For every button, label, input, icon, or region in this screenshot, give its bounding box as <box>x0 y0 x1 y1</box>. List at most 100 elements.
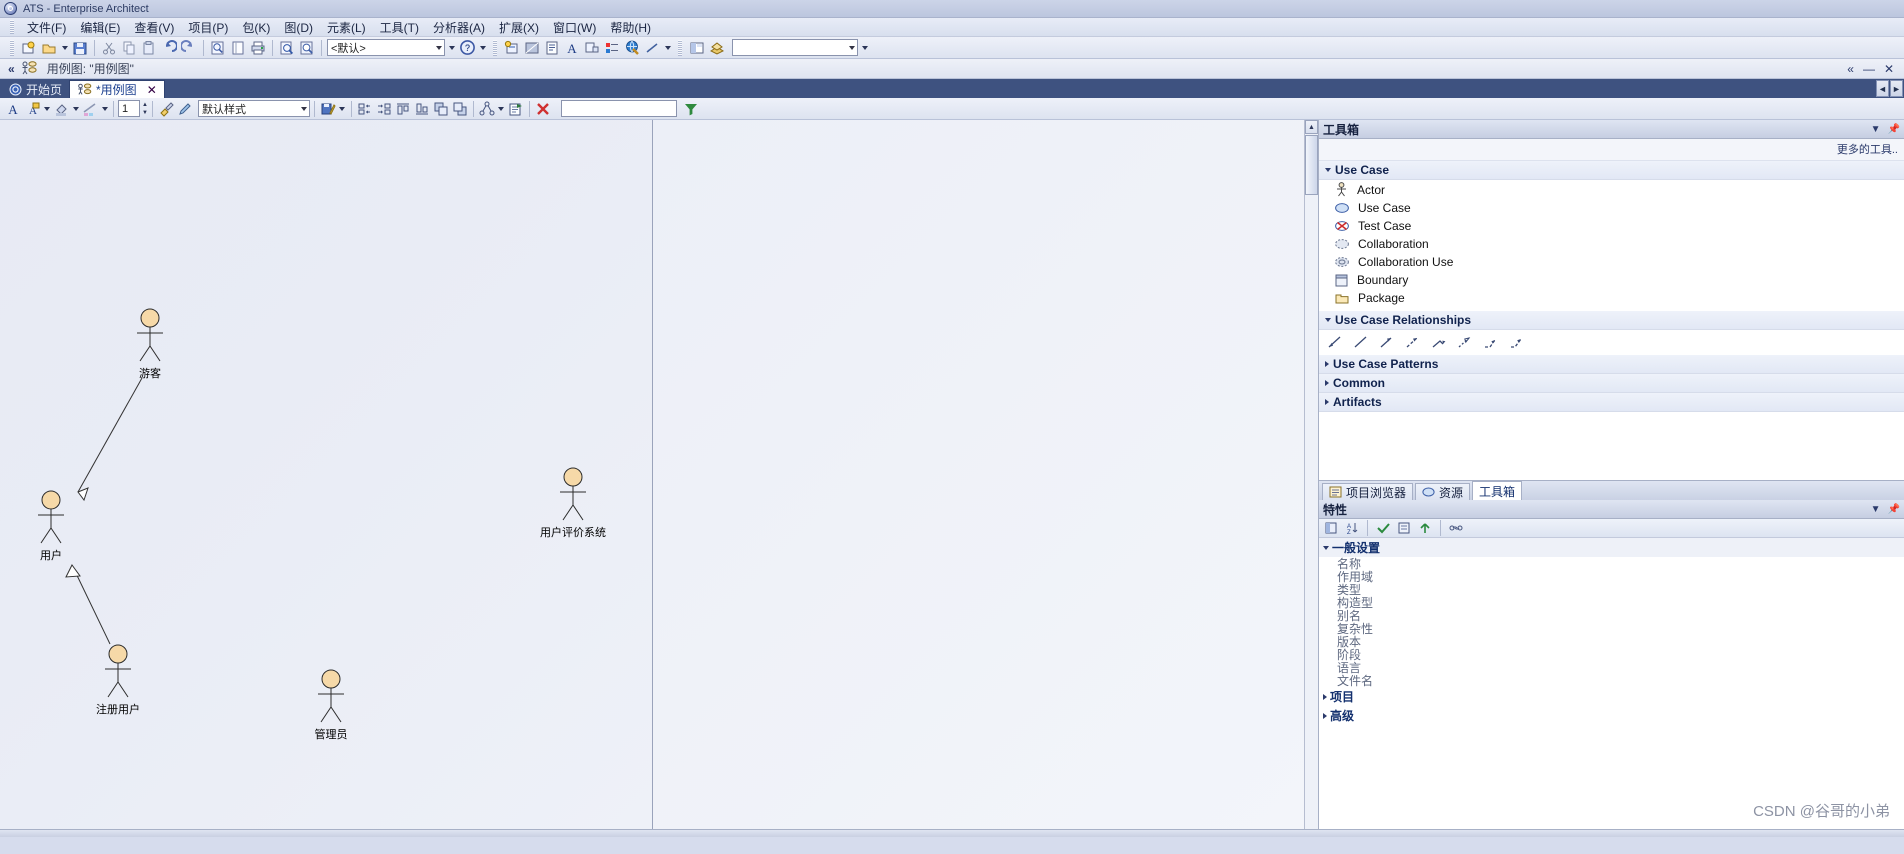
actor-review-system[interactable]: 用户评价系统 <box>528 467 618 540</box>
print-preview-icon[interactable] <box>209 39 227 57</box>
help-dropdown-icon[interactable] <box>478 39 487 57</box>
collapse-chevron-icon[interactable]: « <box>8 62 15 76</box>
menu-item-file[interactable]: 文件(F) <box>20 18 73 37</box>
diagram-vertical-scrollbar[interactable]: ▲ <box>1304 120 1318 829</box>
undo-icon[interactable] <box>160 39 178 57</box>
menu-item-tools[interactable]: 工具(T) <box>373 18 426 37</box>
layout-icon[interactable] <box>688 39 706 57</box>
checkmark-icon[interactable] <box>1374 519 1392 537</box>
property-row-complexity[interactable]: 复杂性 <box>1319 622 1904 636</box>
property-row-language[interactable]: 语言 <box>1319 661 1904 675</box>
font-color-icon[interactable]: A <box>4 100 22 118</box>
property-row-type[interactable]: 类型 <box>1319 583 1904 597</box>
scrollbar-thumb[interactable] <box>1305 135 1318 195</box>
send-back-icon[interactable] <box>451 100 469 118</box>
tab-next-button[interactable]: ► <box>1890 80 1903 97</box>
diagram-canvas-extra[interactable] <box>653 120 1304 829</box>
relationship-dropdown-icon[interactable] <box>663 39 672 57</box>
toolbox-item-actor[interactable]: Actor <box>1319 180 1904 199</box>
actor-guest[interactable]: 游客 <box>105 308 195 381</box>
menu-item-project[interactable]: 项目(P) <box>181 18 235 37</box>
style-select[interactable]: 默认样式 <box>197 100 310 117</box>
help-icon[interactable]: ?? <box>458 39 476 57</box>
toolbox-item-use-case[interactable]: Use Case <box>1319 199 1904 217</box>
realize-relation-icon[interactable] <box>1457 335 1473 349</box>
scroll-up-arrow-icon[interactable]: ▲ <box>1305 120 1318 134</box>
save-style-icon[interactable] <box>319 100 337 118</box>
minimize-icon[interactable]: — <box>1863 62 1875 76</box>
tab-start-page[interactable]: 开始页 <box>2 81 69 98</box>
invokes-relation-icon[interactable] <box>1483 335 1499 349</box>
menu-grip[interactable] <box>10 20 14 34</box>
align-bottom-icon[interactable] <box>413 100 431 118</box>
align-right-icon[interactable] <box>375 100 393 118</box>
property-row-scope[interactable]: 作用域 <box>1319 570 1904 584</box>
find-icon[interactable] <box>298 39 316 57</box>
cut-icon[interactable] <box>100 39 118 57</box>
line-style-icon[interactable] <box>81 100 99 118</box>
toolbox-item-package[interactable]: Package <box>1319 289 1904 307</box>
toolbox-group-use-case[interactable]: Use Case <box>1319 161 1904 180</box>
fill-color-icon[interactable] <box>52 100 70 118</box>
paste-icon[interactable] <box>140 39 158 57</box>
menu-item-analyzer[interactable]: 分析器(A) <box>426 18 492 37</box>
new-diagram-icon[interactable] <box>503 39 521 57</box>
alphabetical-sort-icon[interactable]: AZ <box>1343 519 1361 537</box>
menu-item-extend[interactable]: 扩展(X) <box>492 18 546 37</box>
categorized-view-icon[interactable] <box>1322 519 1340 537</box>
menu-item-element[interactable]: 元素(L) <box>320 18 373 37</box>
auto-layout-dropdown-icon[interactable] <box>497 100 506 118</box>
font-style-icon[interactable]: A <box>23 100 41 118</box>
property-row-phase[interactable]: 阶段 <box>1319 648 1904 662</box>
document-report-icon[interactable] <box>278 39 296 57</box>
relationship-icon[interactable] <box>643 39 661 57</box>
new-project-icon[interactable] <box>20 39 38 57</box>
font-style-dropdown-icon[interactable] <box>42 100 51 118</box>
notes-icon[interactable] <box>543 39 561 57</box>
property-row-filename[interactable]: 文件名 <box>1319 674 1904 688</box>
dependency-relation-icon[interactable] <box>1353 335 1369 349</box>
format-painter-icon[interactable] <box>157 100 175 118</box>
property-row-version[interactable]: 版本 <box>1319 635 1904 649</box>
auto-layout-icon[interactable] <box>478 100 496 118</box>
package-browser-icon[interactable] <box>708 39 726 57</box>
precedes-relation-icon[interactable] <box>1509 335 1525 349</box>
font-size-input[interactable]: 1 <box>118 100 140 117</box>
tab-use-case-diagram[interactable]: *用例图 ✕ <box>69 80 165 98</box>
actor-user[interactable]: 用户 <box>6 490 96 563</box>
toolbox-group-common[interactable]: Common <box>1319 374 1904 393</box>
print-icon[interactable] <box>249 39 267 57</box>
web-publish-icon[interactable] <box>623 39 641 57</box>
toolbox-item-collaboration-use[interactable]: Collaboration Use <box>1319 253 1904 271</box>
copy-icon[interactable] <box>120 39 138 57</box>
perspective-select[interactable]: <默认> <box>327 39 445 56</box>
font-size-stepper[interactable]: ▲ ▼ <box>142 101 148 117</box>
promote-icon[interactable] <box>1416 519 1434 537</box>
toolbox-more-tools[interactable]: 更多的工具.. <box>1319 139 1904 161</box>
include-relation-icon[interactable] <box>1405 335 1421 349</box>
properties-section-general[interactable]: 一般设置 <box>1319 538 1904 557</box>
generalize-relation-icon[interactable] <box>1379 335 1395 349</box>
property-row-name[interactable]: 名称 <box>1319 557 1904 571</box>
toolbar-grip[interactable] <box>10 39 14 56</box>
toolbox-group-artifacts[interactable]: Artifacts <box>1319 393 1904 412</box>
toolbar-grip[interactable] <box>678 39 682 56</box>
pin-icon[interactable]: 📌 <box>1888 124 1900 135</box>
open-project-icon[interactable] <box>40 39 58 57</box>
align-top-icon[interactable] <box>394 100 412 118</box>
toolbar-grip[interactable] <box>493 39 497 56</box>
text-element-icon[interactable]: A <box>563 39 581 57</box>
extend-relation-icon[interactable] <box>1431 335 1447 349</box>
tab-close-icon[interactable]: ✕ <box>147 83 157 97</box>
close-icon[interactable]: ✕ <box>1884 62 1894 76</box>
restore-icon[interactable]: « <box>1847 62 1854 76</box>
actor-admin[interactable]: 管理员 <box>286 669 376 742</box>
align-left-icon[interactable] <box>356 100 374 118</box>
toolbox-item-collaboration[interactable]: Collaboration <box>1319 235 1904 253</box>
dock-tab-project-browser[interactable]: 项目浏览器 <box>1322 483 1414 500</box>
dock-tab-resources[interactable]: 资源 <box>1415 483 1471 500</box>
page-setup-icon[interactable] <box>229 39 247 57</box>
menu-item-edit[interactable]: 编辑(E) <box>73 18 127 37</box>
open-project-dropdown-icon[interactable] <box>60 39 69 57</box>
element-list-icon[interactable] <box>583 39 601 57</box>
